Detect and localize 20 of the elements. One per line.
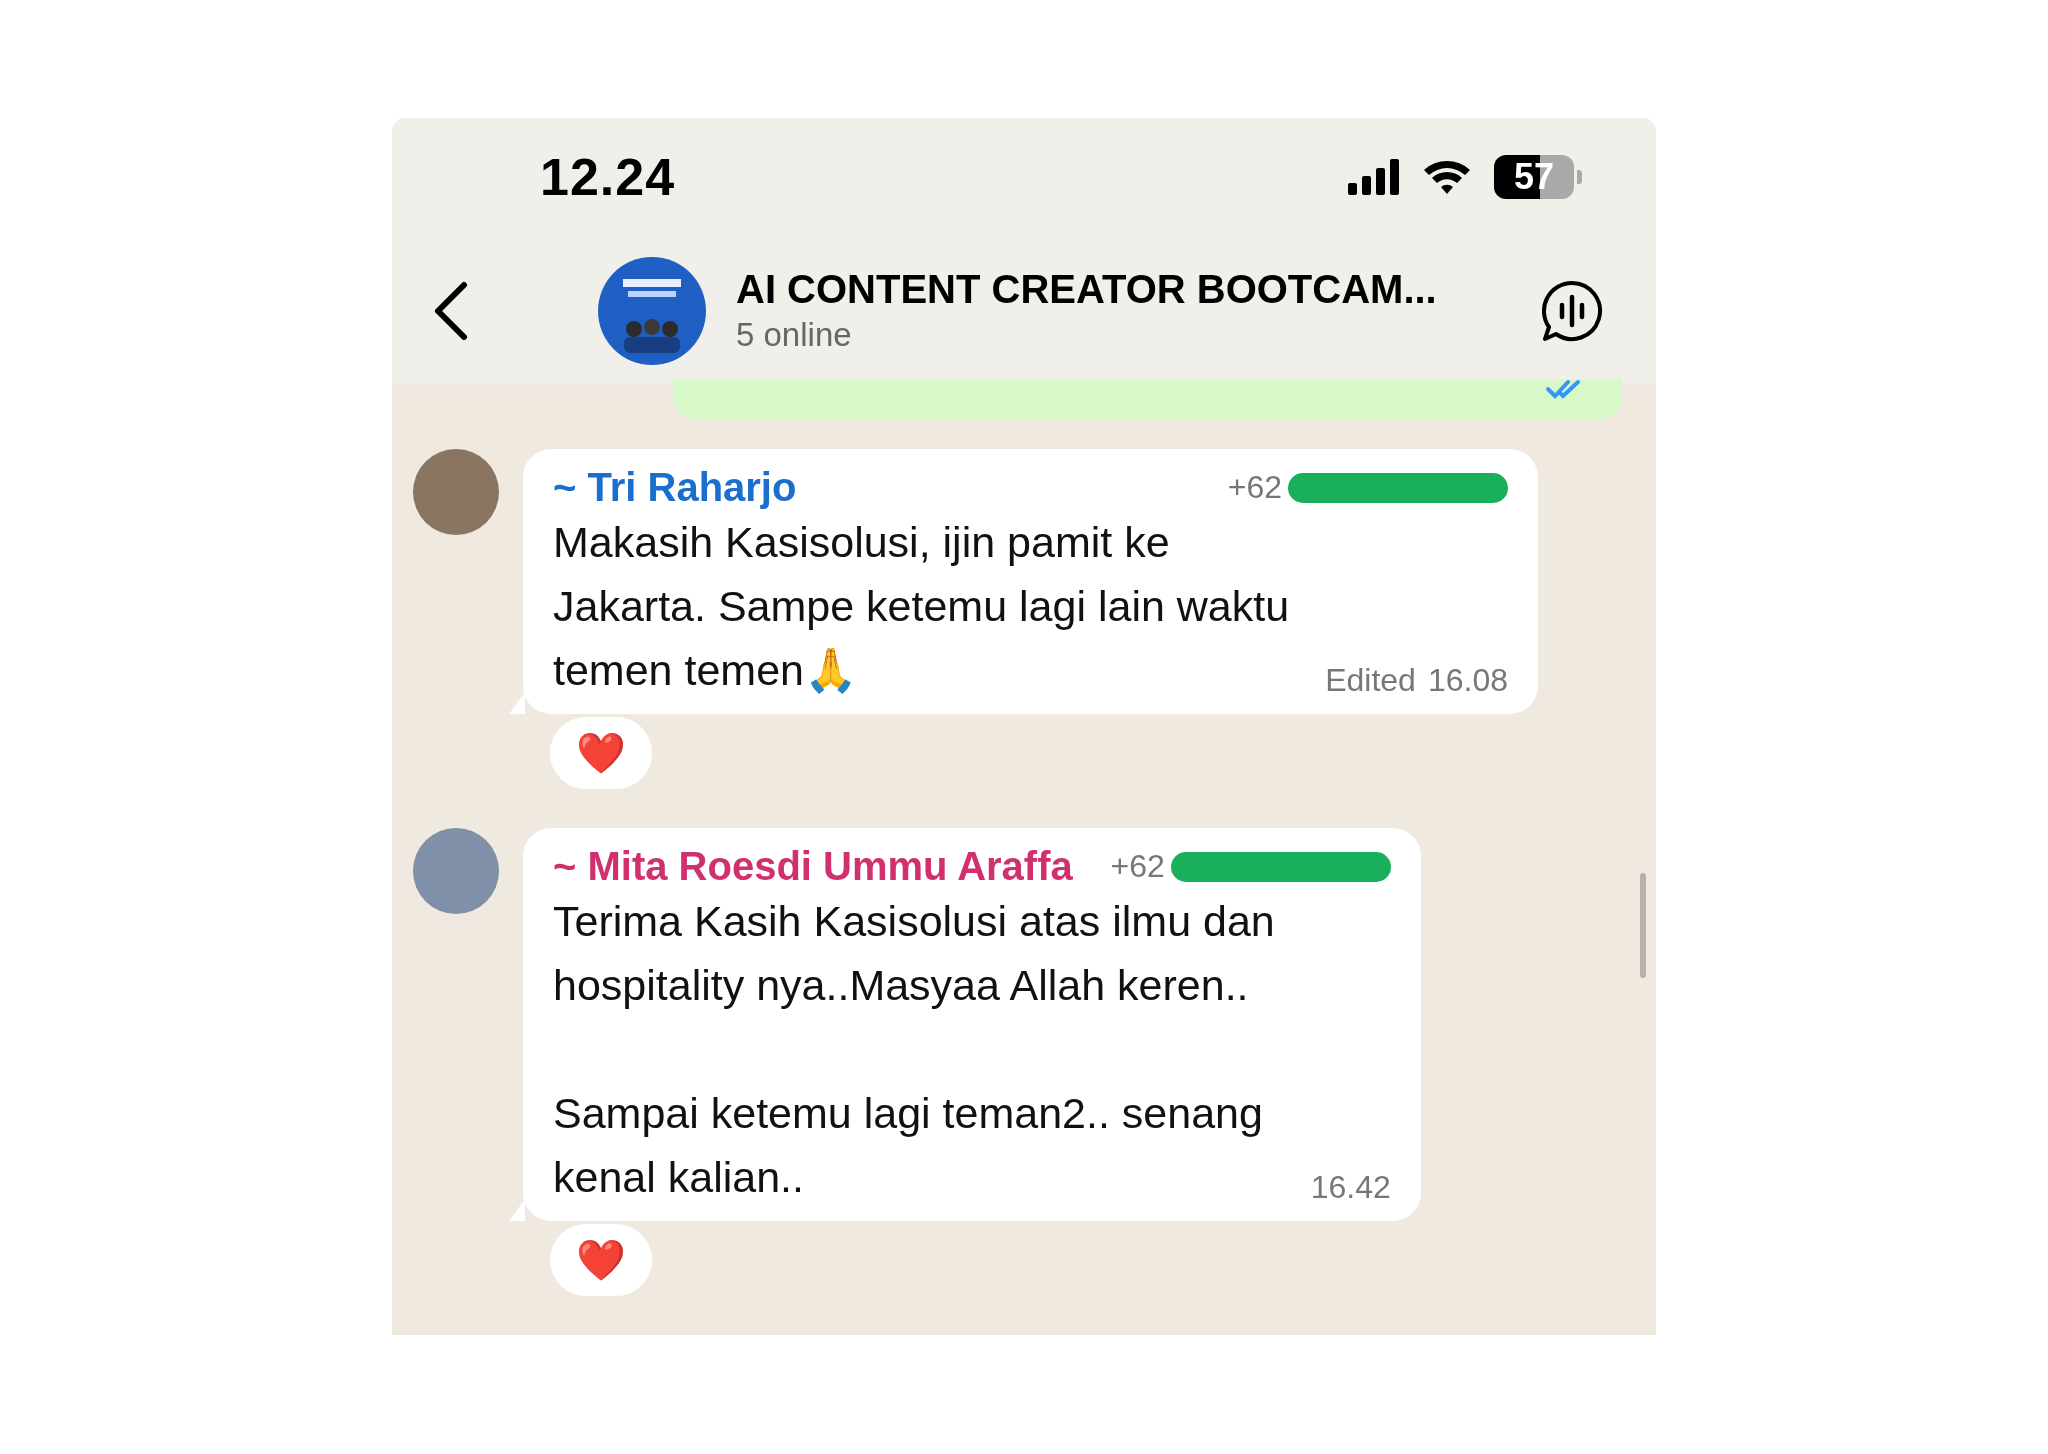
phone-number: +62 <box>1227 469 1282 506</box>
sender-name[interactable]: ~ Tri Raharjo <box>553 465 797 510</box>
scrollbar[interactable] <box>1640 873 1646 978</box>
chat-title[interactable]: AI CONTENT CREATOR BOOTCAM... <box>736 267 1437 312</box>
signal-icon <box>1348 159 1400 195</box>
group-avatar[interactable] <box>598 256 706 365</box>
message-text: Terima Kasih Kasisolusi atas ilmu dan hospitality nya..Masyaa Allah keren.. Sampai ketemu lagi teman2.. senang kenal kalian.. <box>553 896 1275 1203</box>
phone-number: +62 <box>1110 848 1165 885</box>
edited-label: Edited <box>1325 661 1416 700</box>
status-time: 12.24 <box>540 147 676 207</box>
message-time: 16.08 <box>1427 661 1508 700</box>
message-text: Makasih Kasisolusi, ijin pamit ke Jakarta. Sampe ketemu lagi lain waktu temen temen🙏 <box>553 517 1290 696</box>
wifi-icon <box>1422 158 1472 196</box>
online-count: 5 online <box>736 316 852 354</box>
reaction-badge[interactable]: ❤ <box>547 1221 655 1299</box>
message-time: 16.42 <box>1310 1168 1391 1207</box>
sender-name[interactable]: ~ Mita Roesdi Ummu Araffa <box>553 844 1073 889</box>
voice-chat-icon[interactable] <box>1540 278 1604 343</box>
reaction-badge[interactable]: ❤ <box>547 714 655 792</box>
double-check-icon <box>1546 379 1582 399</box>
